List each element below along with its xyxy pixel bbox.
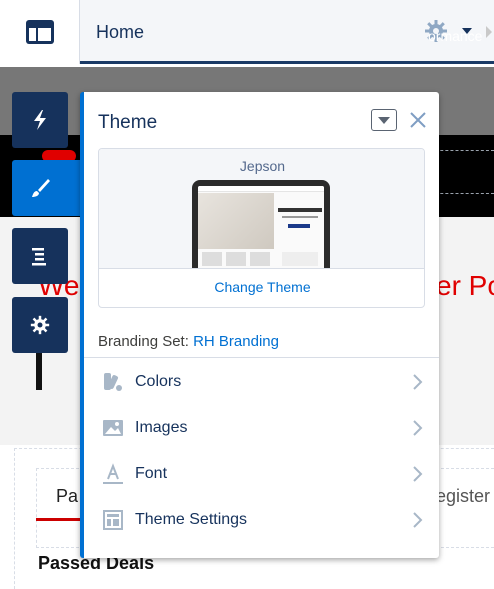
menu-item-label: Font: [135, 465, 168, 482]
theme-panel: Theme Jepson Change Theme Branding Set: …: [80, 92, 439, 558]
gear-icon: [30, 315, 50, 335]
menu-item-label: Colors: [135, 373, 182, 390]
chevron-right-icon: [413, 374, 423, 390]
change-theme-button[interactable]: Change Theme: [99, 279, 424, 295]
panel-menu-button[interactable]: [371, 109, 397, 131]
brush-icon: [32, 179, 50, 197]
chevron-right-icon: [413, 466, 423, 482]
page-structure-button[interactable]: [12, 228, 68, 284]
chevron-right-icon: [413, 420, 423, 436]
chevron-right-icon: [413, 512, 423, 528]
menu-item-label: Images: [135, 419, 188, 436]
font-icon: [103, 463, 123, 484]
theme-name: Jepson: [239, 158, 286, 174]
branding-set: Branding Set: RH Branding: [98, 333, 279, 350]
menu-item-images[interactable]: Images: [84, 405, 439, 451]
layout-icon: [103, 510, 123, 530]
settings-button[interactable]: [12, 297, 68, 353]
menu-item-theme-settings[interactable]: Theme Settings: [84, 497, 439, 543]
swatches-icon: [104, 373, 122, 391]
preview-nav-text: ormance: [428, 28, 483, 44]
list-icon: [32, 248, 46, 266]
close-icon[interactable]: [407, 109, 429, 131]
lightning-icon: [34, 110, 46, 130]
branding-label: Branding Set:: [98, 333, 189, 350]
chevron-down-icon: [378, 116, 390, 124]
layout-panel-icon: [25, 20, 54, 44]
menu-item-colors[interactable]: Colors: [84, 359, 439, 405]
components-button[interactable]: [12, 92, 68, 148]
panel-title: Theme: [98, 112, 158, 133]
tab-register[interactable]: egister: [436, 486, 490, 507]
image-icon: [103, 420, 123, 436]
theme-button[interactable]: [12, 160, 82, 216]
builder-header: Home: [0, 0, 494, 64]
menu-item-font[interactable]: Font: [84, 451, 439, 497]
theme-card: Jepson Change Theme: [98, 148, 425, 308]
page-selector[interactable]: Home: [96, 22, 144, 43]
menu-item-label: Theme Settings: [135, 511, 248, 528]
chevron-right-icon: [486, 26, 492, 38]
app-switcher[interactable]: [0, 0, 80, 64]
theme-preview: Jepson: [99, 149, 424, 269]
branding-set-link[interactable]: RH Branding: [193, 333, 279, 350]
hero-text-right: er Po: [436, 270, 494, 301]
divider: [84, 357, 439, 358]
tab-passed[interactable]: Pa: [56, 486, 78, 507]
theme-thumbnail: [192, 180, 330, 268]
